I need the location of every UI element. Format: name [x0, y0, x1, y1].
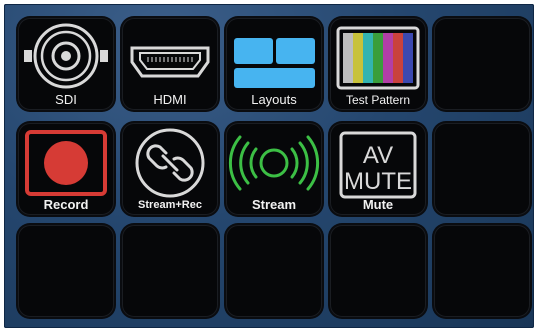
- key-empty[interactable]: [122, 225, 218, 317]
- key-empty[interactable]: [330, 225, 426, 317]
- key-stream-rec[interactable]: Stream+Rec: [122, 123, 218, 215]
- key-test-pattern[interactable]: Test Pattern: [330, 18, 426, 110]
- stream-deck-panel: SDI HDMI Layouts Test Pattern Record Str…: [4, 4, 534, 328]
- key-label: Stream: [251, 197, 297, 212]
- key-empty[interactable]: [226, 225, 322, 317]
- key-empty[interactable]: [434, 123, 530, 215]
- key-label: HDMI: [153, 92, 187, 107]
- key-record[interactable]: Record: [18, 123, 114, 215]
- key-av-mute[interactable]: AV MUTE Mute: [330, 123, 426, 215]
- key-empty[interactable]: [434, 18, 530, 110]
- key-label: Layouts: [251, 92, 297, 107]
- key-empty[interactable]: [18, 225, 114, 317]
- av-mute-text-top: AV: [363, 142, 393, 169]
- key-label: Mute: [362, 197, 394, 212]
- key-label: SDI: [55, 92, 77, 107]
- key-label: Test Pattern: [345, 93, 411, 107]
- key-label: Record: [43, 197, 89, 212]
- av-mute-text-bottom: MUTE: [344, 168, 412, 195]
- key-stream[interactable]: Stream: [226, 123, 322, 215]
- key-label: Stream+Rec: [138, 199, 202, 211]
- key-hdmi[interactable]: HDMI: [122, 18, 218, 110]
- key-layouts[interactable]: Layouts: [226, 18, 322, 110]
- key-sdi[interactable]: SDI: [18, 18, 114, 110]
- key-empty[interactable]: [434, 225, 530, 317]
